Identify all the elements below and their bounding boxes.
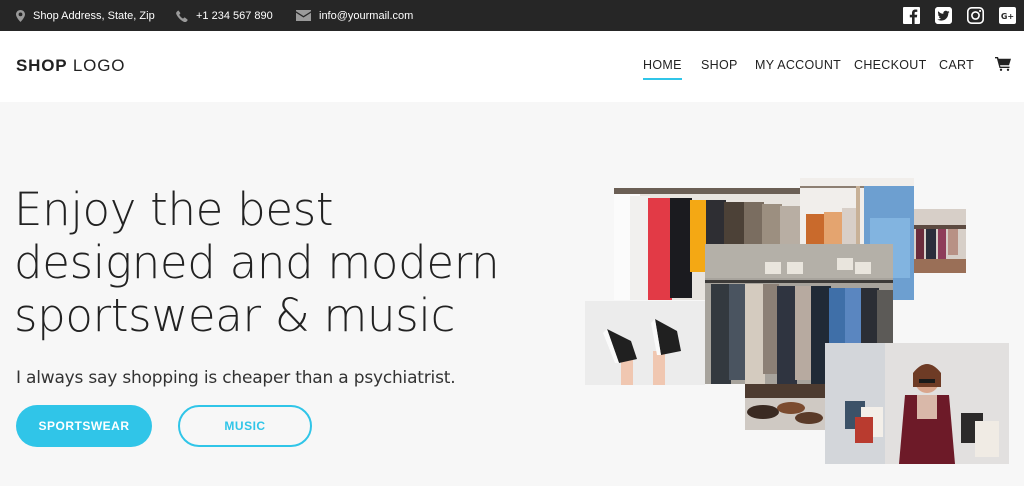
- nav-home[interactable]: HOME: [643, 58, 682, 80]
- shopping-cart-icon[interactable]: [995, 57, 1011, 71]
- hero-title-line: Enjoy the best: [14, 183, 334, 236]
- instagram-icon[interactable]: [966, 6, 984, 24]
- hero-title-line: sportswear & music: [14, 289, 456, 342]
- twitter-icon[interactable]: [934, 6, 952, 24]
- email-info: info@yourmail.com: [296, 0, 413, 31]
- map-pin-icon: [16, 9, 25, 22]
- phone-info: +1 234 567 890: [176, 0, 273, 31]
- top-bar: Shop Address, State, Zip +1 234 567 890 …: [0, 0, 1024, 31]
- nav-cart[interactable]: CART: [939, 58, 974, 72]
- phone-icon: [176, 10, 188, 22]
- nav-shop[interactable]: SHOP: [701, 58, 738, 72]
- nav-my-account[interactable]: MY ACCOUNT: [755, 58, 841, 72]
- shopping-woman-photo: [825, 343, 1009, 464]
- music-button[interactable]: MUSIC: [178, 405, 312, 447]
- logo-light-text: LOGO: [72, 56, 126, 75]
- phone-text: +1 234 567 890: [196, 9, 273, 22]
- logo-bold-text: SHOP: [16, 56, 68, 75]
- shop-logo[interactable]: SHOP LOGO: [16, 56, 125, 76]
- hero-subtitle: I always say shopping is cheaper than a …: [16, 368, 456, 388]
- shop-interior-photo: [914, 209, 966, 273]
- google-plus-icon[interactable]: G+: [998, 6, 1016, 24]
- envelope-icon: [296, 10, 311, 21]
- sportswear-button[interactable]: SPORTSWEAR: [16, 405, 152, 447]
- email-text: info@yourmail.com: [319, 9, 414, 22]
- hero-title: Enjoy the best designed and modern sport…: [14, 183, 554, 342]
- site-header: SHOP LOGO HOME SHOP MY ACCOUNT CHECKOUT …: [0, 31, 1024, 102]
- sneakers-photo: [585, 301, 705, 385]
- facebook-icon[interactable]: [902, 6, 920, 24]
- address-text: Shop Address, State, Zip: [33, 9, 155, 22]
- nav-checkout[interactable]: CHECKOUT: [854, 58, 927, 72]
- social-links: G+: [888, 6, 1016, 24]
- svg-text:G+: G+: [1000, 12, 1013, 21]
- shoes-photo: [745, 384, 825, 430]
- address-info: Shop Address, State, Zip: [16, 0, 155, 31]
- hero-title-line: designed and modern: [14, 236, 500, 289]
